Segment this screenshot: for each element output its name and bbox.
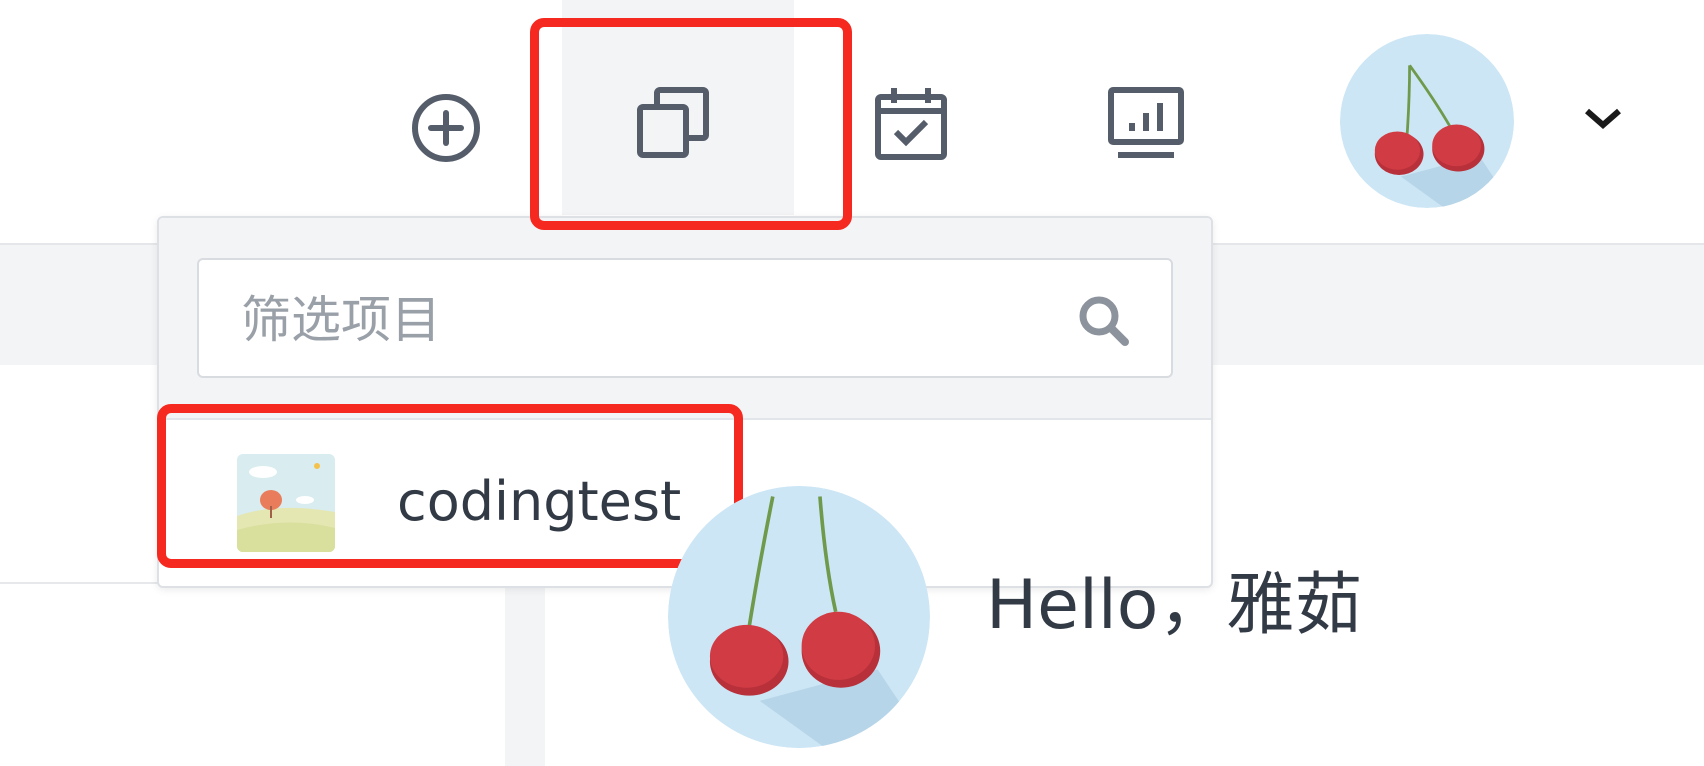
add-button[interactable] bbox=[404, 86, 488, 170]
welcome-greeting: Hello，雅茹 bbox=[986, 566, 1363, 645]
highlight-projects-button bbox=[530, 18, 852, 230]
project-filter-input[interactable] bbox=[239, 284, 1063, 356]
cherry-avatar-icon bbox=[1340, 34, 1514, 208]
project-filter-box[interactable] bbox=[197, 258, 1173, 378]
content-gutter bbox=[505, 584, 545, 766]
search-icon[interactable] bbox=[1075, 292, 1131, 348]
board-button[interactable] bbox=[1098, 78, 1194, 168]
user-menu-toggle[interactable] bbox=[1578, 98, 1628, 138]
dropdown-search-area bbox=[159, 218, 1211, 420]
plus-circle-icon bbox=[412, 94, 480, 162]
user-avatar[interactable] bbox=[1340, 34, 1514, 208]
highlight-project-item bbox=[157, 404, 743, 568]
calendar-button[interactable] bbox=[866, 78, 956, 168]
chevron-down-icon bbox=[1585, 108, 1621, 129]
calendar-check-icon bbox=[875, 88, 947, 160]
presentation-board-icon bbox=[1108, 87, 1184, 158]
welcome-avatar bbox=[668, 486, 930, 748]
cherry-avatar-icon bbox=[668, 486, 930, 748]
